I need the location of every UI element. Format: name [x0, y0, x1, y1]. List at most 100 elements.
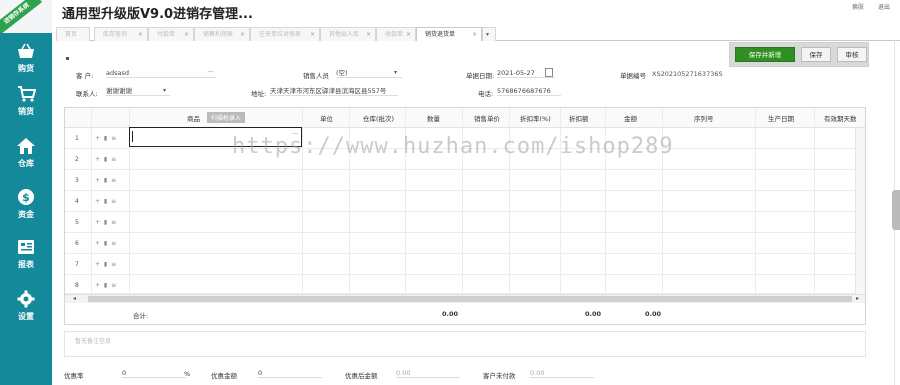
close-icon[interactable]: ×: [366, 28, 371, 41]
skin-link[interactable]: 换肤: [852, 2, 864, 11]
calendar-icon[interactable]: [545, 68, 553, 77]
brand-logo: 进销存系统: [0, 0, 52, 33]
row-actions-icon[interactable]: + ▮ ≡: [95, 177, 117, 184]
grid-vertical-scrollbar[interactable]: [855, 128, 865, 294]
close-icon[interactable]: ×: [240, 28, 245, 41]
nav-item-warehouse[interactable]: 仓库: [0, 129, 52, 175]
col-product: 商品: [187, 115, 200, 123]
customer-field[interactable]: adsasd: [106, 68, 216, 78]
remark-textarea[interactable]: 暂无备注信息: [64, 331, 866, 357]
audit-button[interactable]: 审核: [837, 47, 867, 62]
percent-unit: %: [184, 370, 191, 378]
table-row[interactable]: 5 + ▮ ≡: [65, 212, 865, 233]
phone-field[interactable]: 5768676687676: [497, 86, 561, 96]
grid-divider: [755, 108, 756, 294]
table-row[interactable]: 7 + ▮ ≡: [65, 254, 865, 275]
row-actions-icon[interactable]: + ▮ ≡: [95, 240, 117, 247]
tab-dropdown[interactable]: ▾: [482, 27, 496, 41]
more-icon[interactable]: ···: [208, 69, 214, 76]
scroll-left-icon[interactable]: ◂: [73, 295, 76, 302]
col-unit: 单位: [320, 115, 333, 123]
save-new-button[interactable]: 保存并新增: [735, 47, 795, 62]
nav-label: 购货: [18, 64, 34, 73]
discount-amount-field[interactable]: 0: [258, 368, 322, 378]
row-actions-icon[interactable]: + ▮ ≡: [95, 156, 117, 163]
nav-item-settings[interactable]: 设置: [0, 282, 52, 328]
docno-label: 单据编号: [620, 72, 646, 80]
table-row[interactable]: 4 + ▮ ≡: [65, 191, 865, 212]
tab-payment[interactable]: 付款单 ×: [148, 27, 194, 41]
grid-divider: [91, 108, 92, 294]
contact-select[interactable]: 谢谢谢谢: [106, 86, 170, 96]
after-discount-label: 优惠后金额: [345, 372, 378, 380]
nav-item-purchase[interactable]: 购货: [0, 34, 52, 80]
close-icon[interactable]: ×: [406, 28, 411, 41]
save-button[interactable]: 保存: [801, 47, 831, 62]
totals-label: 合计:: [133, 312, 149, 320]
tab-other-io[interactable]: 其他出入库 ×: [320, 27, 376, 41]
total-amount: 0.00: [645, 310, 662, 318]
address-label: 地址:: [251, 90, 267, 98]
discount-rate-field[interactable]: 0: [122, 368, 186, 378]
row-actions-icon[interactable]: + ▮ ≡: [95, 219, 117, 226]
table-row[interactable]: 8 + ▮ ≡: [65, 275, 865, 294]
col-production-date: 生产日期: [768, 115, 794, 123]
grid-divider: [814, 108, 815, 294]
docno-value: XS20210527163736S: [652, 70, 723, 78]
nav-item-reports[interactable]: 报表: [0, 230, 52, 276]
dollar-icon: $: [18, 189, 34, 205]
nav-item-finance[interactable]: $ 资金: [0, 180, 52, 226]
col-discount-amount: 折扣额: [569, 115, 589, 123]
scroll-right-icon[interactable]: ▸: [856, 295, 859, 302]
salesperson-label: 销售人员: [303, 72, 329, 80]
scrollbar-thumb[interactable]: [88, 296, 852, 302]
app-title: 通用型升级版V9.0进销存管理...: [62, 7, 253, 22]
date-label: 单据日期:: [466, 72, 495, 80]
tab-sales-profit[interactable]: 销售利润表 ×: [194, 27, 250, 41]
table-row[interactable]: 6 + ▮ ≡: [65, 233, 865, 254]
side-collapse-handle[interactable]: [892, 190, 900, 230]
close-icon[interactable]: ×: [138, 28, 143, 41]
basket-icon: [18, 43, 34, 58]
table-row[interactable]: 3 + ▮ ≡: [65, 170, 865, 191]
row-actions-icon[interactable]: + ▮ ≡: [95, 198, 117, 205]
row-actions-icon[interactable]: + ▮ ≡: [95, 261, 117, 268]
sidebar: 进销存系统 购货 销货 仓库 $ 资金 报表 设置: [0, 0, 52, 385]
close-icon[interactable]: ×: [472, 28, 477, 41]
watermark-text: https://www.huzhan.com/ishop289: [232, 134, 674, 159]
nav-label: 仓库: [18, 159, 34, 168]
col-warehouse: 仓库(批次): [363, 115, 395, 123]
tab-sales-return[interactable]: 销货退货单 ×: [416, 27, 482, 41]
row-actions-icon[interactable]: + ▮ ≡: [95, 282, 117, 289]
row-actions-icon[interactable]: + ▮ ≡: [95, 135, 117, 142]
address-field[interactable]: 天津天津市河东区驿津县滨海区县557号: [270, 86, 398, 96]
total-discount: 0.00: [585, 310, 602, 318]
collapse-dot-icon: [66, 57, 69, 60]
nav-label: 报表: [18, 260, 34, 269]
nav-item-sales[interactable]: 销货: [0, 77, 52, 123]
tab-reconciliation[interactable]: 往来单位对账表 ×: [250, 27, 320, 41]
salesperson-select[interactable]: (空): [336, 68, 402, 78]
tab-home[interactable]: 首页: [56, 27, 90, 41]
tab-receipt[interactable]: 收款单 ×: [376, 27, 416, 41]
close-icon[interactable]: ×: [310, 28, 315, 41]
nav-label: 销货: [18, 107, 34, 116]
svg-text:$: $: [22, 191, 30, 204]
col-quantity: 数量: [427, 115, 440, 123]
logout-link[interactable]: 退出: [878, 2, 890, 11]
grid-horizontal-scrollbar[interactable]: ◂ ▸: [65, 294, 865, 303]
customer-label: 客 户:: [76, 72, 94, 80]
text-cursor: [132, 131, 133, 142]
tab-stock-query[interactable]: 库存查询 ×: [94, 27, 148, 41]
col-amount: 金额: [624, 115, 637, 123]
close-icon[interactable]: ×: [184, 28, 189, 41]
scan-entry-button[interactable]: 扫描枪录入: [207, 112, 246, 123]
receivable-field: 0.00: [530, 368, 594, 378]
cart-icon: [18, 86, 36, 102]
chevron-down-icon: ▾: [163, 87, 167, 94]
nav-label: 设置: [18, 312, 34, 321]
chevron-down-icon: ▾: [486, 31, 490, 38]
total-quantity: 0.00: [442, 310, 459, 318]
app-window: 进销存系统 购货 销货 仓库 $ 资金 报表 设置 通用型升级版V9.0进销存管…: [0, 0, 900, 385]
tab-bar: 首页 库存查询 × 付款单 × 销售利润表 × 往来单位对账表 × 其他出入库 × 收款单…: [56, 26, 900, 41]
